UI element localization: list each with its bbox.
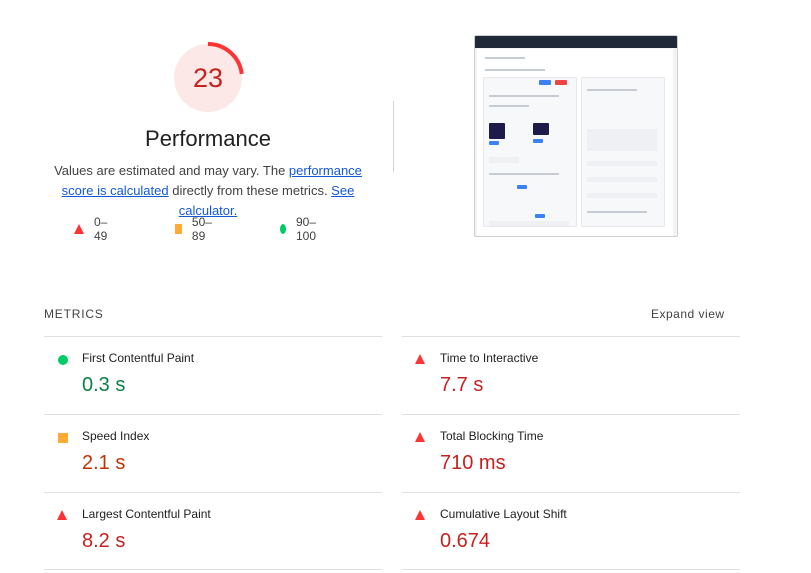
legend-item-average: 50–89 [175, 215, 215, 243]
performance-description: Values are estimated and may vary. The p… [40, 161, 376, 221]
performance-title: Performance [145, 126, 271, 151]
legend-label: 50–89 [191, 215, 212, 243]
metric-value: 8.2 s [82, 530, 126, 552]
metric-first-contentful-paint: First Contentful Paint 0.3 s [44, 336, 382, 414]
metric-title: First Contentful Paint [82, 351, 195, 365]
metric-title: Cumulative Layout Shift [440, 507, 567, 521]
triangle-red-icon [415, 510, 425, 520]
triangle-red-icon [415, 354, 425, 364]
square-orange-icon [175, 224, 182, 234]
description-text-start: Values are estimated and may vary. The [54, 163, 289, 178]
metric-value: 2.1 s [82, 452, 126, 474]
metric-title: Speed Index [82, 429, 150, 443]
vertical-divider [393, 101, 394, 172]
performance-score: 23 [192, 62, 224, 93]
final-screenshot-thumbnail[interactable] [474, 35, 678, 237]
metrics-bottom-divider [402, 569, 740, 570]
metric-title: Total Blocking Time [440, 429, 544, 443]
metric-total-blocking-time: Total Blocking Time 710 ms [402, 414, 740, 492]
circle-green-icon [280, 224, 286, 234]
metric-value: 0.3 s [82, 374, 126, 396]
metric-time-to-interactive: Time to Interactive 7.7 s [402, 336, 740, 414]
metric-value: 0.674 [440, 530, 491, 552]
thumbnail-page [477, 49, 673, 236]
metric-speed-index: Speed Index 2.1 s [44, 414, 382, 492]
metric-title: Largest Contentful Paint [82, 507, 211, 521]
description-text-middle: directly from these metrics. [168, 183, 332, 198]
legend-label: 90–100 [296, 215, 317, 243]
metric-value: 7.7 s [440, 374, 484, 396]
legend-label: 0–49 [94, 215, 108, 243]
expand-view-button[interactable]: Expand view [651, 307, 725, 321]
square-orange-icon [58, 433, 68, 443]
triangle-red-icon [74, 224, 84, 234]
metric-title: Time to Interactive [440, 351, 539, 365]
metric-cumulative-layout-shift: Cumulative Layout Shift 0.674 [402, 492, 740, 570]
performance-gauge: 23 [170, 40, 246, 116]
triangle-red-icon [415, 432, 425, 442]
thumbnail-navbar [475, 36, 677, 48]
circle-green-icon [58, 355, 68, 365]
legend-item-fail: 0–49 [74, 215, 107, 243]
metrics-heading: METRICS [44, 307, 104, 321]
triangle-red-icon [57, 510, 67, 520]
legend-item-pass: 90–100 [280, 215, 320, 243]
metric-value: 710 ms [440, 452, 506, 474]
metric-largest-contentful-paint: Largest Contentful Paint 8.2 s [44, 492, 382, 570]
metrics-bottom-divider [44, 569, 382, 570]
